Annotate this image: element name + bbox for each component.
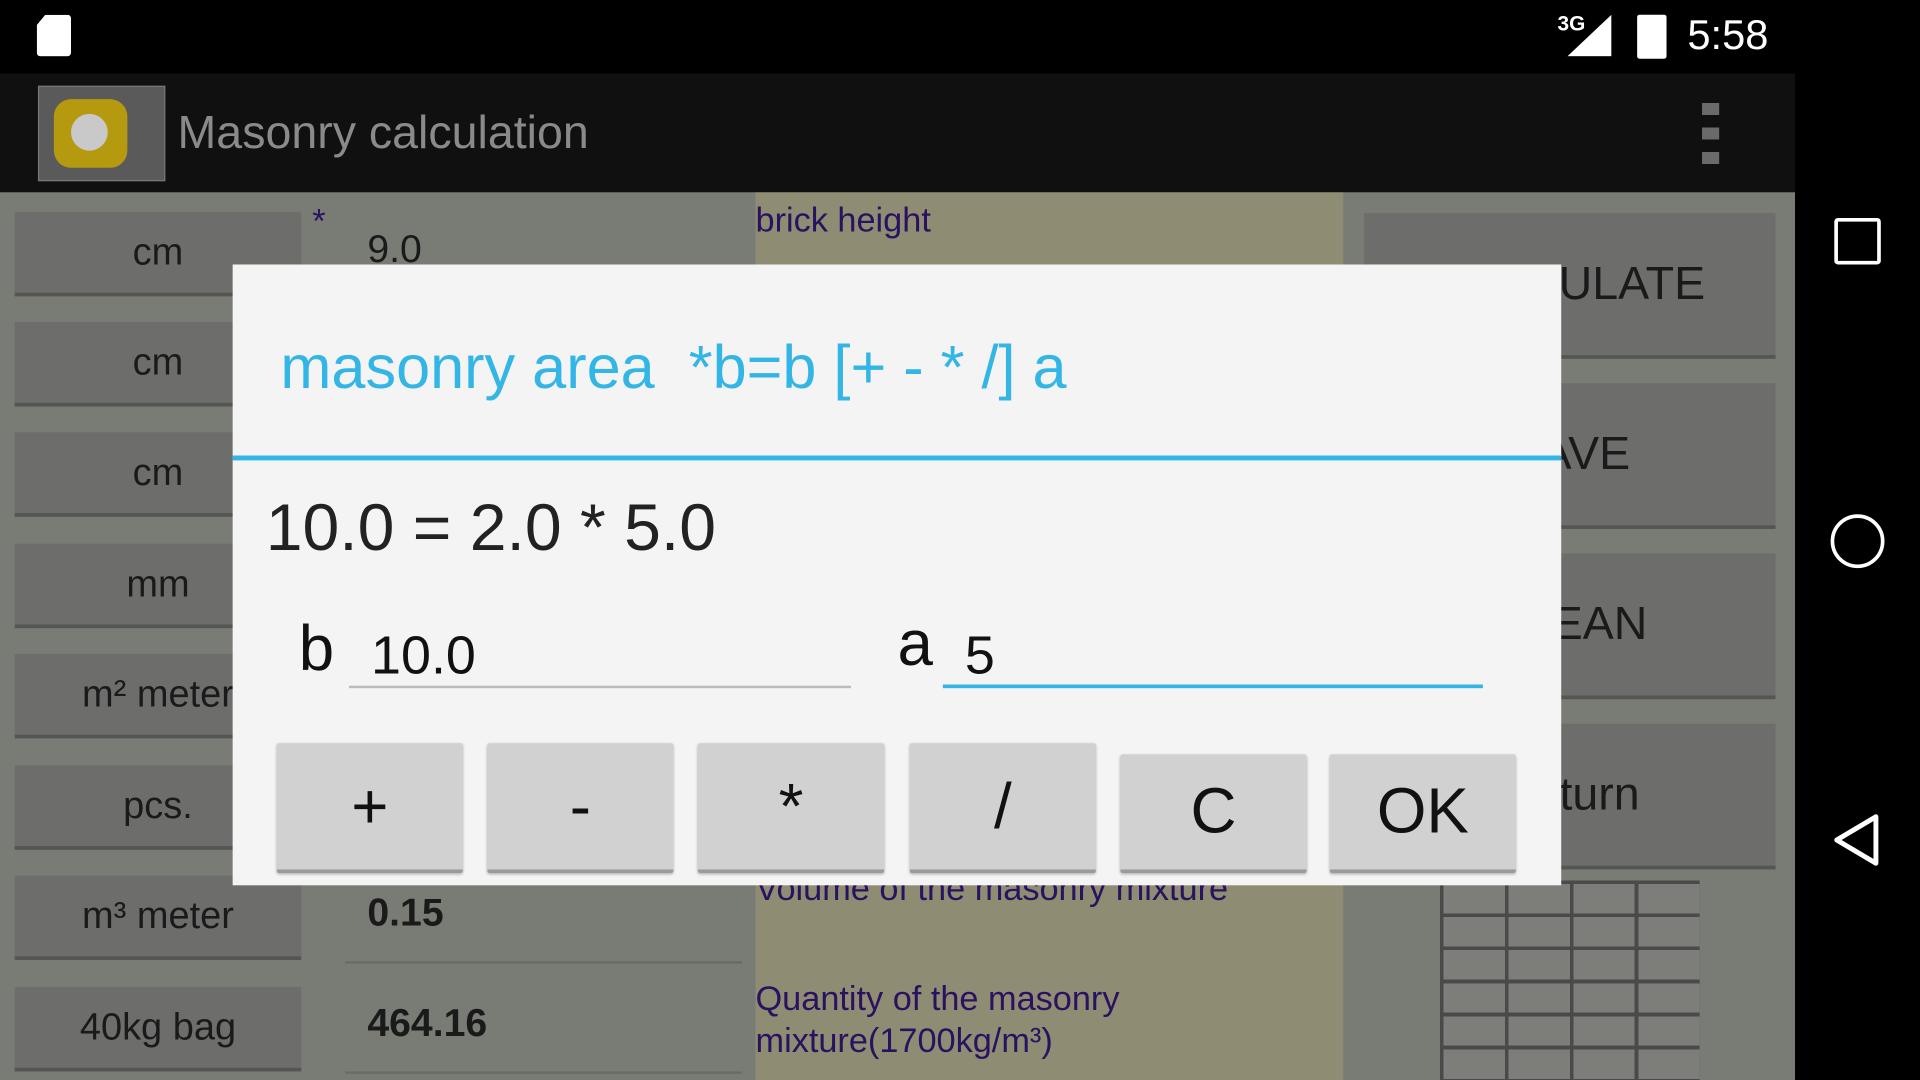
b-label: b xyxy=(298,613,335,685)
battery-charging-icon xyxy=(1637,14,1667,59)
app-bar: Masonry calculation xyxy=(0,73,1796,193)
network-type: 3G xyxy=(1557,12,1586,36)
screen: 3G 5:58 Masonry calculation cm cm cm mm … xyxy=(0,0,1920,1080)
description-label: brick height xyxy=(755,200,931,239)
dialog-title: masonry area *b=b [+ - * /] a xyxy=(280,333,1067,402)
description-label: Quantity of the masonry mixture(1700kg/m… xyxy=(755,979,1120,1060)
expression-result: 10.0 = 2.0 * 5.0 xyxy=(265,491,717,565)
b-input[interactable]: 10.0 xyxy=(348,620,852,689)
a-label: a xyxy=(897,608,933,680)
a-input[interactable]: 5 xyxy=(942,620,1483,689)
brick-wall-image xyxy=(1440,880,1700,1080)
unit-button[interactable]: m³ meter xyxy=(14,875,302,961)
app-title: Masonry calculation xyxy=(177,107,589,160)
title-divider xyxy=(232,455,1562,461)
back-icon[interactable] xyxy=(1832,813,1881,867)
volume-value: 0.15 xyxy=(345,890,743,964)
navigation-bar xyxy=(1795,0,1920,1080)
unit-button[interactable]: 40kg bag xyxy=(14,986,302,1072)
clock: 5:58 xyxy=(1687,12,1769,59)
home-icon[interactable] xyxy=(1830,514,1885,569)
plus-button[interactable]: + xyxy=(276,743,463,874)
divide-button[interactable]: / xyxy=(909,743,1096,874)
minus-button[interactable]: - xyxy=(487,743,674,874)
sd-card-icon xyxy=(36,14,72,57)
recent-apps-icon[interactable] xyxy=(1834,217,1881,265)
masonry-area-dialog: masonry area *b=b [+ - * /] a 10.0 = 2.0… xyxy=(232,264,1562,886)
required-marker: * xyxy=(312,202,326,241)
ok-button[interactable]: OK xyxy=(1329,754,1516,874)
status-bar: 3G 5:58 xyxy=(0,0,1796,74)
multiply-button[interactable]: * xyxy=(697,743,885,874)
app-logo-icon xyxy=(37,85,166,182)
clear-button[interactable]: C xyxy=(1120,754,1307,874)
overflow-menu-icon[interactable] xyxy=(1702,102,1720,165)
quantity-value: 464.16 xyxy=(345,1000,743,1074)
